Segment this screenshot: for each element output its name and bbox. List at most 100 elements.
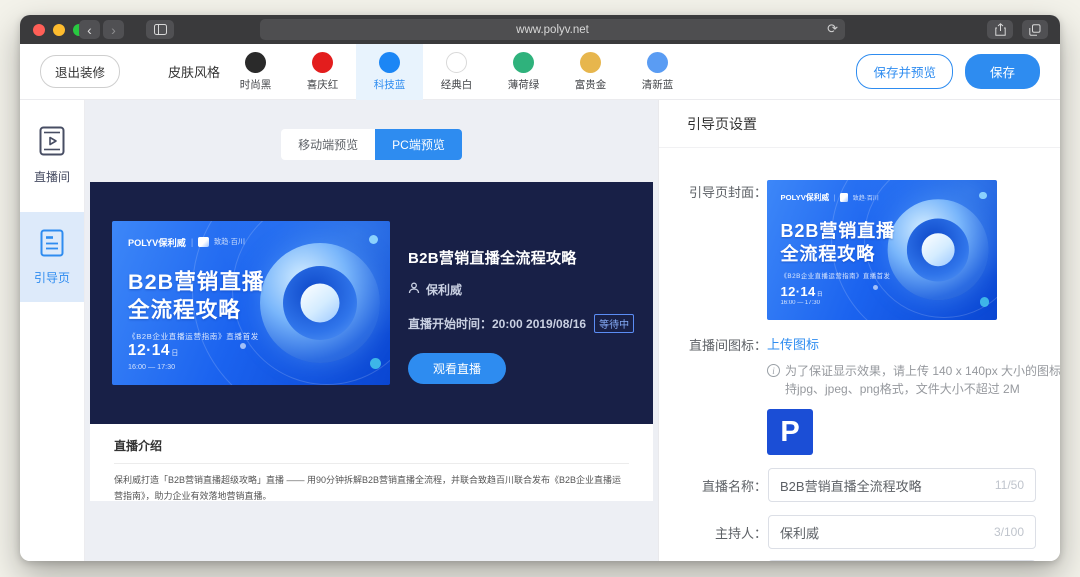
- url-text: www.polyv.net: [516, 24, 589, 36]
- sidebar-item-live-room[interactable]: 直播间: [20, 110, 84, 200]
- skin-option-label: 富贵金: [575, 77, 607, 92]
- cover-date: 12·14日: [780, 284, 983, 299]
- skin-option-tech-blue[interactable]: 科技蓝: [356, 44, 423, 100]
- cover-subtitle: 《B2B企业直播运营指南》直播首发: [128, 331, 374, 342]
- session-start-time: 直播开始时间：20:00 2019/08/16: [408, 315, 586, 332]
- black-swatch: [245, 52, 266, 73]
- session-title: B2B营销直播全流程攻略: [408, 247, 634, 268]
- skin-option-label: 薄荷绿: [508, 77, 540, 92]
- polyv-logo: POLYV保利威: [128, 235, 186, 249]
- live-name-counter: 11/50: [995, 478, 1024, 492]
- info-icon: i: [767, 364, 780, 377]
- green-swatch: [513, 52, 534, 73]
- exit-decoration-button[interactable]: 退出装修: [40, 55, 120, 88]
- live-room-icon: [39, 126, 65, 159]
- traffic-lights: [33, 15, 85, 44]
- skin-style-label: 皮肤风格: [168, 62, 220, 81]
- save-button[interactable]: 保存: [965, 54, 1040, 89]
- sidebar-item-guide-page[interactable]: 引导页: [20, 212, 84, 302]
- sidebar-item-label: 直播间: [34, 168, 70, 185]
- browser-titlebar: ‹ › www.polyv.net ⟳: [20, 15, 1060, 44]
- tab-mobile-preview[interactable]: 移动端预览: [281, 129, 375, 160]
- cover-title: B2B营销直播 全流程攻略: [780, 220, 983, 266]
- save-and-preview-button[interactable]: 保存并预览: [856, 54, 953, 89]
- partner-logo-text: 致趋·百川: [214, 237, 245, 247]
- room-intro-field-label: 直播间介绍：: [685, 560, 767, 561]
- live-intro-heading: 直播介绍: [114, 437, 629, 454]
- cover-time: 16:00 — 17:30: [128, 362, 374, 371]
- upload-hint-row: i 为了保证显示效果，请上传 140 x 140px 大小的图标，支持jpg、j…: [767, 362, 1060, 398]
- preview-mode-tabs: 移动端预览 PC端预览: [85, 129, 658, 160]
- partner-logo-icon: [840, 193, 849, 202]
- gold-swatch: [580, 52, 601, 73]
- session-host: 保利威: [426, 281, 462, 298]
- room-intro-editor[interactable]: 文件 编辑 视图 插入 格式 工具 表格: [768, 560, 1036, 561]
- brand-separator: |: [191, 237, 193, 247]
- cover-date: 12·14日: [128, 342, 374, 360]
- status-badge: 等待中: [594, 314, 634, 333]
- room-logo-preview: P: [767, 409, 813, 455]
- tabs-overview-icon[interactable]: [1022, 20, 1048, 39]
- person-icon: [408, 282, 420, 297]
- cover-title: B2B营销直播 全流程攻略: [128, 269, 374, 324]
- share-icon[interactable]: [987, 20, 1013, 39]
- cover-time: 16:00 — 17:30: [780, 300, 983, 306]
- skin-option-gold[interactable]: 富贵金: [557, 44, 624, 100]
- desktop-background: ‹ › www.polyv.net ⟳ 退出装修 皮肤风格: [0, 0, 1080, 577]
- minimize-window-button[interactable]: [53, 24, 65, 36]
- watch-live-button[interactable]: 观看直播: [408, 353, 506, 384]
- skin-option-mint[interactable]: 薄荷绿: [490, 44, 557, 100]
- preview-area: 移动端预览 PC端预览: [85, 100, 658, 561]
- divider: [114, 463, 629, 464]
- settings-panel-title: 引导页设置: [659, 100, 1060, 148]
- brand-separator: |: [833, 193, 835, 202]
- host-value: 保利威: [780, 523, 986, 542]
- live-name-input[interactable]: B2B营销直播全流程攻略 11/50: [768, 468, 1036, 502]
- address-bar[interactable]: www.polyv.net ⟳: [260, 19, 845, 40]
- guide-page-preview: POLYV保利威 | 致趋·百川 B2B营销直播 全流程攻略 《B2B企业直播运…: [90, 182, 653, 501]
- host-input[interactable]: 保利威 3/100: [768, 515, 1036, 549]
- partner-logo-icon: [198, 237, 209, 248]
- skin-swatch-group: 时尚黑 喜庆红 科技蓝 经典白 薄荷绿: [222, 44, 691, 100]
- live-name-field-label: 直播名称：: [685, 476, 767, 495]
- blue-swatch: [379, 52, 400, 73]
- guide-page-settings-panel: 引导页设置 引导页封面：: [658, 100, 1060, 561]
- session-info: B2B营销直播全流程攻略 保利威 直播开始时间：20:00 2019/08/16…: [408, 221, 634, 424]
- skin-option-label: 时尚黑: [240, 77, 272, 92]
- skin-option-black[interactable]: 时尚黑: [222, 44, 289, 100]
- polyv-logo: POLYV保利威: [780, 192, 829, 203]
- reload-icon[interactable]: ⟳: [827, 21, 838, 37]
- guide-page-hero: POLYV保利威 | 致趋·百川 B2B营销直播 全流程攻略 《B2B企业直播运…: [90, 182, 653, 424]
- tab-pc-preview[interactable]: PC端预览: [375, 129, 462, 160]
- live-cover-banner: POLYV保利威 | 致趋·百川 B2B营销直播 全流程攻略 《B2B企业直播运…: [112, 221, 390, 385]
- skin-option-label: 科技蓝: [374, 77, 406, 92]
- close-window-button[interactable]: [33, 24, 45, 36]
- live-intro-section: 直播介绍 保利威打造「B2B营销直播超级攻略」直播 —— 用90分钟拆解B2B营…: [90, 424, 653, 501]
- back-button[interactable]: ‹: [79, 20, 100, 39]
- left-sidebar: 直播间 引导页: [20, 100, 85, 561]
- browser-window: ‹ › www.polyv.net ⟳ 退出装修 皮肤风格: [20, 15, 1060, 561]
- cover-subtitle: 《B2B企业直播运营指南》直播首发: [780, 271, 983, 280]
- decoration-toolbar: 退出装修 皮肤风格 时尚黑 喜庆红 科技蓝 经典白: [20, 44, 1060, 100]
- room-icon-field-label: 直播间图标：: [685, 334, 767, 455]
- sidebar-item-label: 引导页: [34, 269, 70, 286]
- host-counter: 3/100: [994, 525, 1024, 539]
- cover-thumbnail[interactable]: POLYV保利威 | 致趋·百川 B2B营销直播 全流程攻略 《B2B企业直播运…: [767, 180, 997, 320]
- cover-brand-row: POLYV保利威 | 致趋·百川: [128, 235, 374, 249]
- partner-logo-text: 致趋·百川: [853, 193, 879, 202]
- cover-field-label: 引导页封面：: [685, 180, 767, 320]
- host-field-label: 主持人：: [685, 523, 767, 542]
- session-start-row: 直播开始时间：20:00 2019/08/16 等待中: [408, 314, 634, 333]
- skin-option-red[interactable]: 喜庆红: [289, 44, 356, 100]
- red-swatch: [312, 52, 333, 73]
- skin-option-label: 经典白: [441, 77, 473, 92]
- skin-option-label: 清新蓝: [642, 77, 674, 92]
- upload-hint-text: 为了保证显示效果，请上传 140 x 140px 大小的图标，支持jpg、jpe…: [785, 362, 1060, 398]
- skin-option-white[interactable]: 经典白: [423, 44, 490, 100]
- skin-option-label: 喜庆红: [307, 77, 339, 92]
- forward-button[interactable]: ›: [103, 20, 124, 39]
- skin-option-fresh-blue[interactable]: 清新蓝: [624, 44, 691, 100]
- guide-page-icon: [40, 229, 64, 260]
- upload-icon-link[interactable]: 上传图标: [767, 334, 819, 353]
- sidebar-toggle-icon[interactable]: [146, 20, 174, 39]
